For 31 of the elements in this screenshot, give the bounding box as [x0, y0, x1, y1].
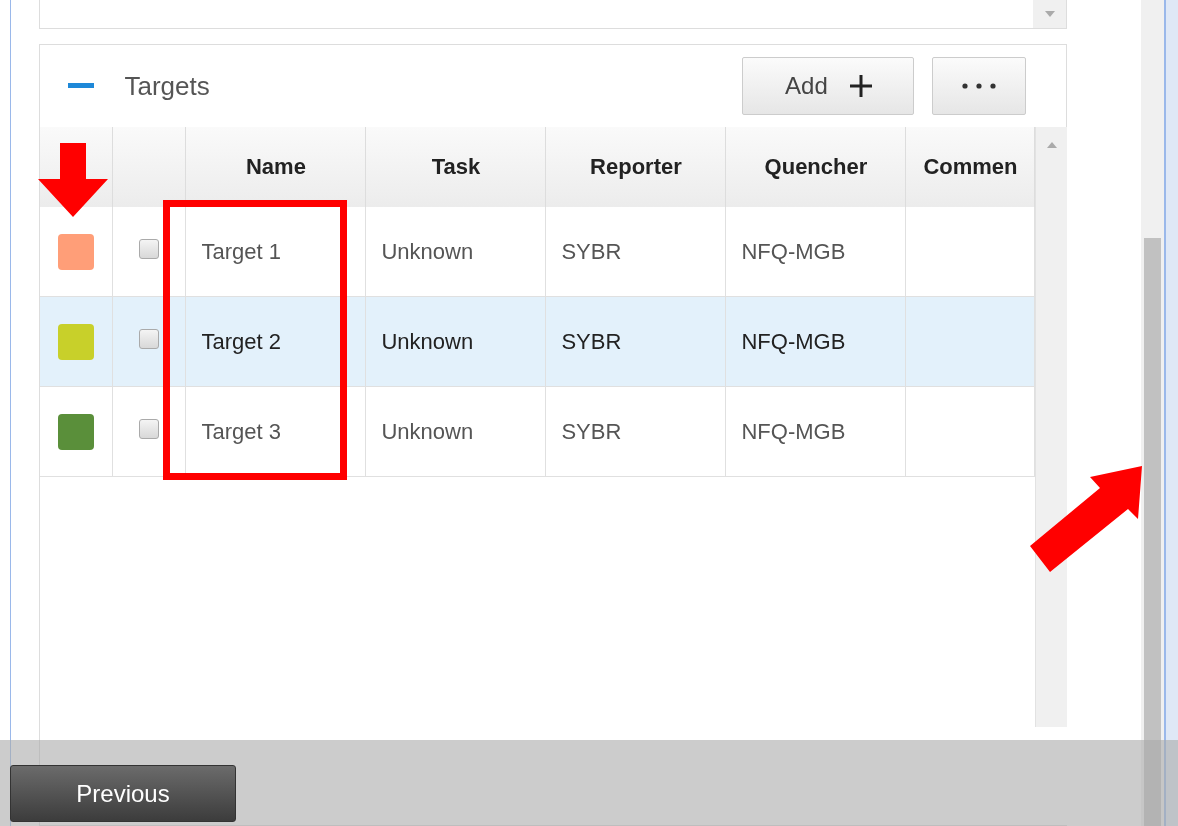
table-cell: Target 2: [201, 328, 281, 355]
scroll-up-icon[interactable]: [1045, 141, 1058, 149]
table-cell: NFQ-MGB: [741, 328, 846, 355]
table-cell: SYBR: [561, 418, 622, 445]
table-cell: NFQ-MGB: [741, 238, 846, 265]
more-icon: [962, 83, 997, 89]
section-title: Targets: [124, 70, 210, 102]
table-row[interactable]: Target 2 Unknown SYBR NFQ-MGB: [40, 297, 1036, 387]
plus-icon: [849, 75, 872, 97]
table-cell: SYBR: [561, 328, 622, 355]
table-cell: NFQ-MGB: [741, 418, 846, 445]
collapse-button[interactable]: [68, 83, 95, 89]
table-row[interactable]: Target 3 Unknown SYBR NFQ-MGB: [40, 387, 1036, 477]
checkbox[interactable]: [139, 328, 160, 349]
table-cell: Target 3: [201, 418, 281, 445]
table-cell: Unknown: [381, 238, 474, 265]
color-swatch[interactable]: [58, 233, 95, 270]
checkbox[interactable]: [139, 418, 160, 439]
table-cell: Unknown: [381, 418, 474, 445]
color-swatch[interactable]: [58, 413, 95, 450]
checkbox[interactable]: [139, 238, 160, 259]
color-swatch[interactable]: [58, 323, 95, 360]
add-button[interactable]: Add: [742, 57, 915, 115]
scroll-down-icon[interactable]: [1043, 10, 1056, 18]
more-button[interactable]: [932, 57, 1027, 115]
table-cell: Unknown: [381, 328, 474, 355]
table-cell: Target 1: [201, 238, 281, 265]
table-cell: SYBR: [561, 238, 622, 265]
previous-button[interactable]: Previous: [10, 765, 236, 822]
scrollbar-thumb[interactable]: [1144, 238, 1162, 826]
table-row[interactable]: Target 1 Unknown SYBR NFQ-MGB: [40, 207, 1036, 297]
